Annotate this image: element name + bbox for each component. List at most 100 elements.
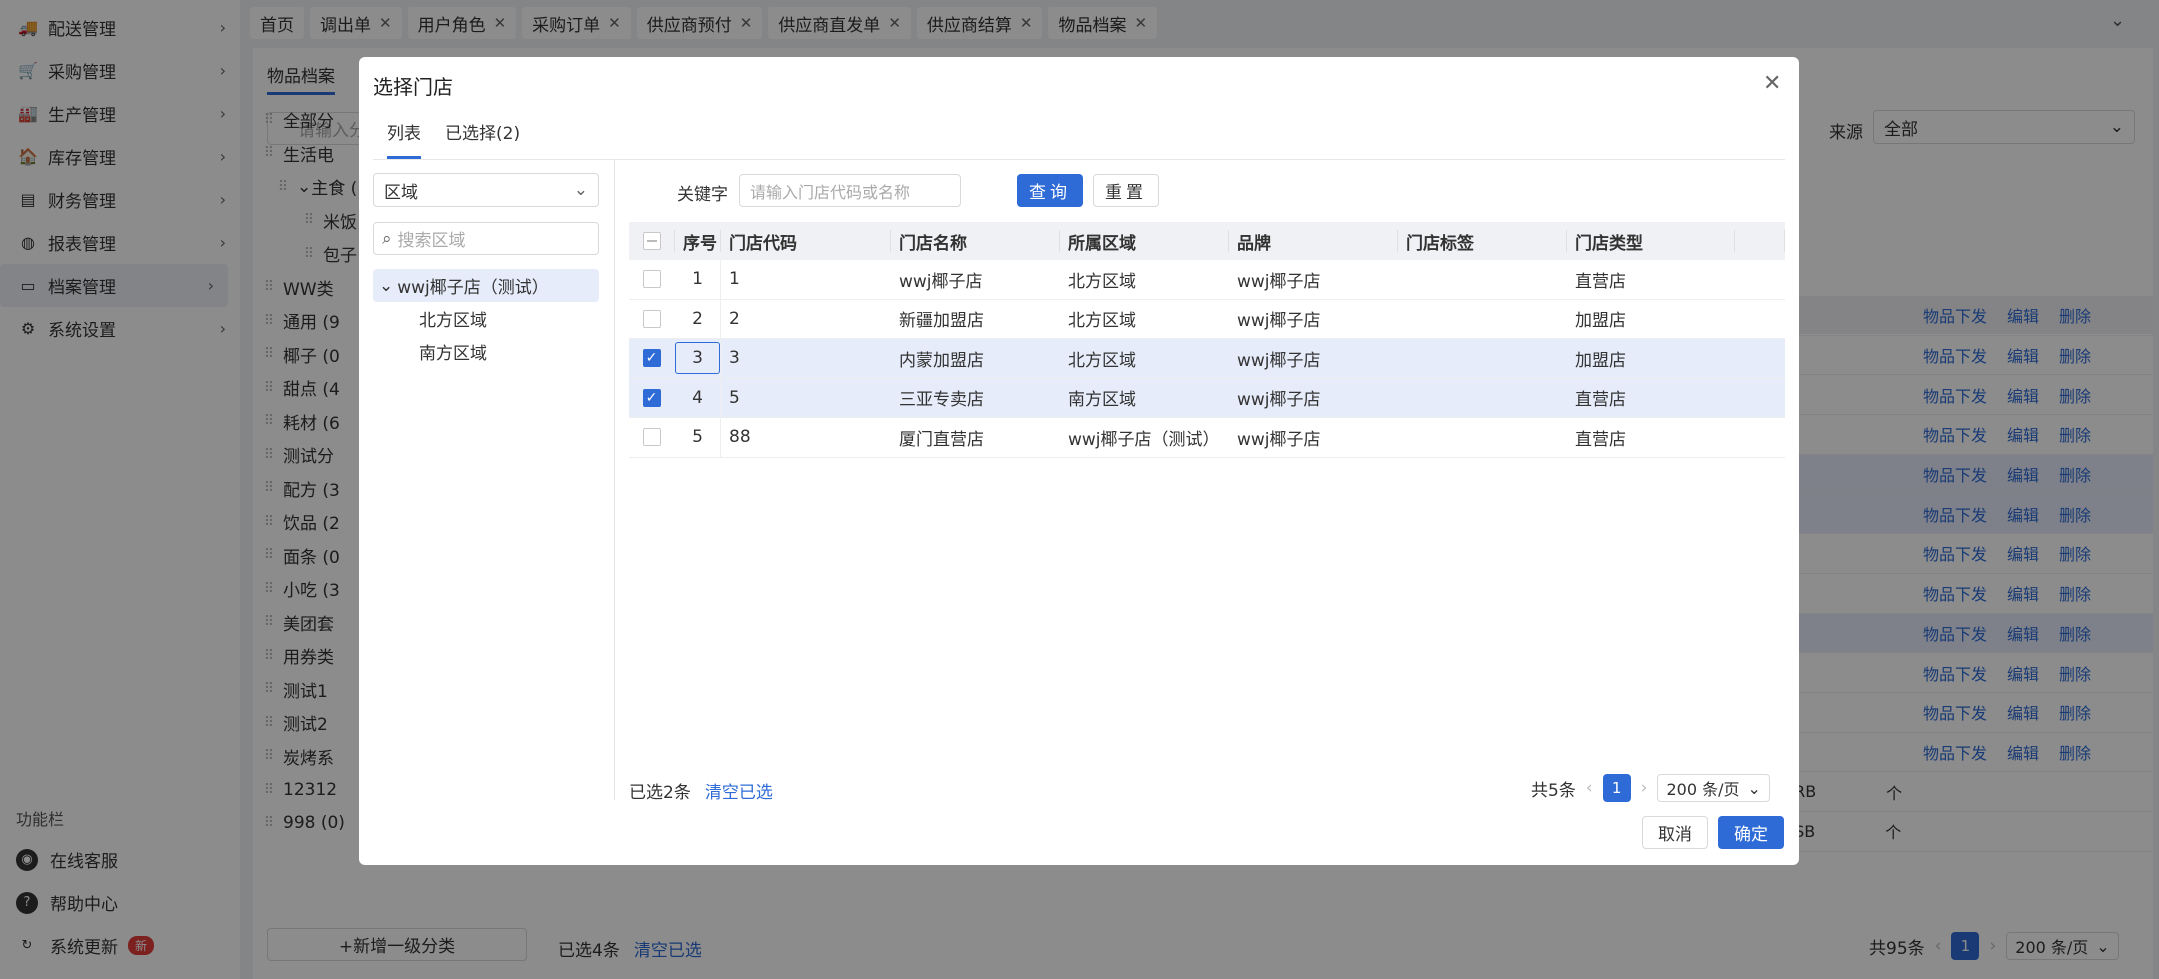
clear-selection-link[interactable]: 清空已选 <box>705 778 773 803</box>
total-count: 共5条 <box>1531 780 1576 801</box>
store-name-cell: 内蒙加盟店 <box>899 350 984 371</box>
store-type-cell: 加盟店 <box>1575 311 1626 332</box>
search-icon: ⌕ <box>382 228 392 249</box>
column-header: 门店代码 <box>721 230 891 252</box>
area-search-input[interactable]: ⌕ 搜索区域 <box>373 222 599 255</box>
row-checkbox[interactable] <box>642 428 661 447</box>
store-type-cell: 直营店 <box>1575 429 1626 450</box>
store-row[interactable]: 2 2 新疆加盟店 北方区域 wwj椰子店 加盟店 <box>629 299 1785 339</box>
modal-pager: 共5条 ‹ 1 › 200 条/页 ⌄ <box>1531 774 1770 802</box>
checkbox-cell: ✓ <box>629 339 675 378</box>
focused-seq[interactable]: 3 <box>675 342 720 375</box>
page-size-value: 200 条/页 <box>1666 780 1740 799</box>
query-button[interactable]: 查询 <box>1017 174 1083 207</box>
store-row[interactable]: ✓ 4 5 三亚专卖店 南方区域 wwj椰子店 直营店 <box>629 378 1785 418</box>
selected-count: 已选2条 <box>629 783 691 803</box>
keyword-input[interactable]: 请输入门店代码或名称 <box>739 174 961 207</box>
chevron-down-icon: ⌄ <box>573 180 588 200</box>
modal-footer-left: 已选2条 清空已选 <box>629 778 773 803</box>
chevron-down-icon[interactable]: ⌄ <box>379 276 393 296</box>
store-seq-cell: 5 <box>675 418 721 457</box>
cancel-button[interactable]: 取消 <box>1642 816 1708 849</box>
column-header: 序号 <box>675 230 721 252</box>
modal-title: 选择门店 <box>373 75 453 99</box>
tree-node-label: 北方区域 <box>419 311 487 331</box>
store-brand-cell: wwj椰子店 <box>1237 271 1321 292</box>
store-row[interactable]: 1 1 wwj椰子店 北方区域 wwj椰子店 直营店 <box>629 260 1785 300</box>
store-seq-cell: 4 <box>675 378 721 417</box>
store-brand-cell: wwj椰子店 <box>1237 311 1321 332</box>
select-store-modal: 选择门店 ✕ 列表 已选择(2) 区域 ⌄ ⌕ 搜索区域 ⌄ wwj椰子店（测试） 北方… <box>359 57 1799 865</box>
column-header: 门店名称 <box>891 230 1060 252</box>
page-size-select[interactable]: 200 条/页 ⌄ <box>1657 774 1770 802</box>
store-code-cell: 5 <box>729 387 740 408</box>
tree-node-label: 南方区域 <box>419 344 487 364</box>
area-select-value: 区域 <box>384 182 418 203</box>
area-search-placeholder: 搜索区域 <box>397 231 466 251</box>
store-name-cell: 三亚专卖店 <box>899 390 984 411</box>
reset-button[interactable]: 重置 <box>1093 174 1159 207</box>
column-header: 品牌 <box>1229 230 1398 252</box>
tab-list[interactable]: 列表 <box>387 119 421 159</box>
close-icon[interactable]: ✕ <box>1763 71 1781 96</box>
tab-selected[interactable]: 已选择(2) <box>445 119 520 159</box>
next-page-icon[interactable]: › <box>1641 778 1648 798</box>
store-area-cell: 北方区域 <box>1068 311 1136 332</box>
store-code-cell: 3 <box>729 348 740 369</box>
store-seq-cell: 1 <box>675 260 721 299</box>
store-name-cell: 新疆加盟店 <box>899 311 984 332</box>
row-checkbox[interactable]: ✓ <box>642 349 661 368</box>
checkbox-cell <box>629 260 675 299</box>
store-brand-cell: wwj椰子店 <box>1237 390 1321 411</box>
store-row[interactable]: ✓ 3 3 内蒙加盟店 北方区域 wwj椰子店 加盟店 <box>629 339 1785 379</box>
store-seq-cell: 2 <box>675 299 721 338</box>
store-area-cell: 北方区域 <box>1068 350 1136 371</box>
store-table-header: 序号 门店代码 门店名称 所属区域 品牌 门店标签 门店类型 <box>629 222 1785 260</box>
tree-node-label: wwj椰子店（测试） <box>397 278 549 298</box>
store-table: 序号 门店代码 门店名称 所属区域 品牌 门店标签 门店类型 1 1 wwj椰子店 北方区域 wwj椰… <box>629 222 1785 458</box>
prev-page-icon[interactable]: ‹ <box>1586 778 1593 798</box>
store-name-cell: wwj椰子店 <box>899 271 983 292</box>
confirm-button[interactable]: 确定 <box>1718 816 1784 849</box>
column-header: 门店标签 <box>1398 230 1567 252</box>
area-select[interactable]: 区域 ⌄ <box>373 173 599 207</box>
tree-node-2[interactable]: 南方区域 <box>373 335 599 368</box>
store-type-cell: 加盟店 <box>1575 350 1626 371</box>
store-tag-cell <box>1398 339 1567 378</box>
select-all-cell <box>629 230 675 252</box>
tree-node-0[interactable]: ⌄ wwj椰子店（测试） <box>373 269 599 302</box>
store-name-cell: 厦门直营店 <box>899 429 984 450</box>
store-seq-cell: 3 <box>675 339 721 378</box>
store-code-cell: 1 <box>729 269 740 290</box>
chevron-down-icon: ⌄ <box>1747 778 1761 798</box>
store-type-cell: 直营店 <box>1575 390 1626 411</box>
page-number[interactable]: 1 <box>1602 774 1631 802</box>
store-area-cell: 南方区域 <box>1068 390 1136 411</box>
store-tag-cell <box>1398 300 1567 339</box>
store-tag-cell <box>1398 418 1567 457</box>
store-code-cell: 2 <box>729 308 740 329</box>
store-tag-cell <box>1398 379 1567 418</box>
column-header: 门店类型 <box>1567 230 1735 252</box>
modal-tabs: 列表 已选择(2) <box>387 119 520 159</box>
store-area-cell: wwj椰子店（测试） <box>1068 429 1220 450</box>
store-code-cell: 88 <box>729 427 751 448</box>
store-brand-cell: wwj椰子店 <box>1237 429 1321 450</box>
area-pane <box>359 160 615 800</box>
tree-node-1[interactable]: 北方区域 <box>373 302 599 335</box>
keyword-label: 关键字 <box>677 185 728 205</box>
checkbox-cell <box>629 418 675 457</box>
store-row[interactable]: 5 88 厦门直营店 wwj椰子店（测试） wwj椰子店 直营店 <box>629 418 1785 458</box>
area-tree: ⌄ wwj椰子店（测试） 北方区域南方区域 <box>373 269 599 368</box>
checkbox-cell <box>629 300 675 339</box>
store-area-cell: 北方区域 <box>1068 271 1136 292</box>
row-checkbox[interactable]: ✓ <box>642 388 661 407</box>
checkbox-cell: ✓ <box>629 379 675 418</box>
row-checkbox[interactable] <box>642 309 661 328</box>
select-all-checkbox[interactable] <box>642 232 661 250</box>
store-tag-cell <box>1398 260 1567 299</box>
store-type-cell: 直营店 <box>1575 271 1626 292</box>
column-extra <box>1735 230 1785 252</box>
store-brand-cell: wwj椰子店 <box>1237 350 1321 371</box>
row-checkbox[interactable] <box>642 270 661 289</box>
